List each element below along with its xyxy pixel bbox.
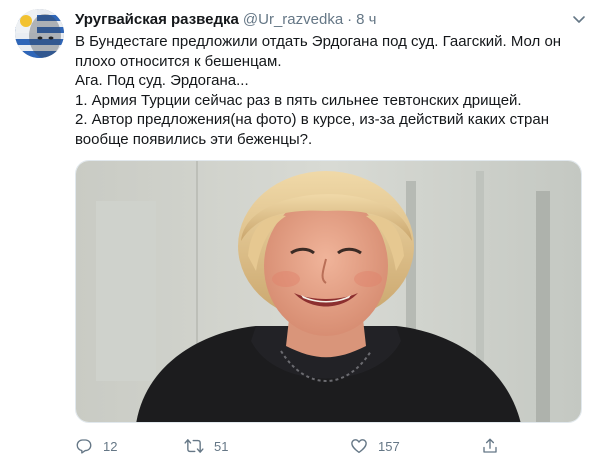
user-handle[interactable]: @Ur_razvedka [243,11,343,28]
reply-button[interactable]: 12 [75,436,117,456]
heart-icon [350,437,368,455]
tweet-text-line: В Бундестаге предложили отдать Эрдогана … [75,33,562,50]
tweet-photo[interactable] [75,160,582,423]
retweet-button[interactable]: 51 [184,436,228,456]
tweet-text-line: Ага. Под суд. Эрдогана... [75,72,249,89]
tweet[interactable]: Уругвайская разведка @Ur_razvedka · 8 ч В Б… [0,0,598,466]
tweet-text-line: вообще появились эти беженцы?. [75,130,313,148]
tweet-text-line: 1. Армия Турции сейчас раз в пять сильне… [75,91,522,109]
tweet-text: В Бундестаге предложили отдать Эрдогана … [75,32,580,149]
avatar[interactable] [15,9,64,58]
reply-count: 12 [103,438,118,454]
chevron-down-icon[interactable] [570,10,588,28]
tweet-header: Уругвайская разведка @Ur_razvedka · 8 ч [75,10,377,30]
separator-dot: · [347,11,353,28]
tweet-text-line: плохо относится к бешенцам. [75,52,282,70]
timestamp[interactable]: 8 ч [356,11,376,28]
reply-icon [75,437,93,455]
display-name[interactable]: Уругвайская разведка [75,11,239,28]
tweet-text-line: 2. Автор предложения(на фото) в курсе, и… [75,111,549,128]
tweet-actions: 12 51 157 [75,436,505,456]
retweet-count: 51 [214,438,229,454]
share-button[interactable] [481,436,499,456]
retweet-icon [184,437,204,455]
share-icon [481,437,499,455]
like-count: 157 [378,438,400,454]
like-button[interactable]: 157 [350,436,400,456]
